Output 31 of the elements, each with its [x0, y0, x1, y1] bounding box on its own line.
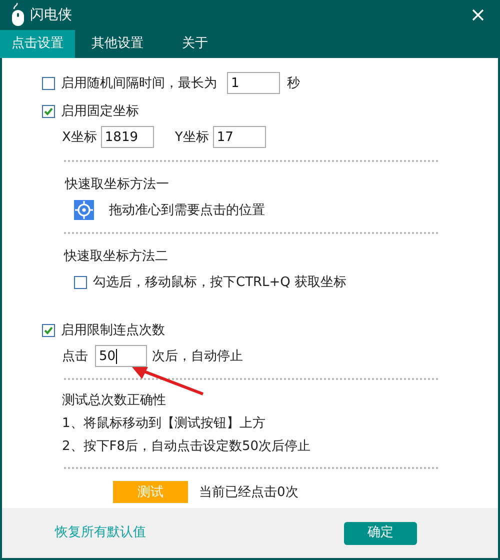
field-label: X坐标 — [62, 128, 97, 146]
checkbox[interactable] — [74, 276, 87, 288]
y-coordinate-field[interactable]: 17 — [212, 126, 266, 148]
section-title: 快速取坐标方法二 — [64, 248, 169, 265]
click-count-field[interactable]: 50 — [95, 345, 147, 367]
section-title: 快速取坐标方法一 — [65, 176, 170, 193]
instruction-text: 2、按下F8后，自动点击设定数50次后停止 — [62, 438, 312, 455]
tab[interactable]: 其他设置 — [75, 30, 160, 58]
crosshair-icon[interactable] — [74, 200, 94, 220]
mouse-icon — [11, 3, 25, 27]
checkbox[interactable] — [42, 104, 55, 118]
x-coordinate-field[interactable]: 1819 — [100, 126, 154, 148]
checkbox[interactable] — [42, 324, 55, 336]
ok-button[interactable]: 确定 — [344, 522, 417, 544]
option-label: 勾选后，移动鼠标，按下CTRL+Q 获取坐标 — [93, 274, 347, 290]
tab[interactable]: 关于 — [160, 30, 230, 58]
unit-label: 秒 — [287, 74, 300, 92]
field-label: 次后，自动停止 — [152, 348, 243, 364]
hint-text: 拖动准心到需要点击的位置 — [109, 202, 265, 218]
section-title: 测试总次数正确性 — [62, 392, 167, 409]
field-label: Y坐标 — [174, 128, 209, 146]
option-label: 启用固定坐标 — [61, 102, 139, 120]
close-icon[interactable] — [472, 9, 484, 21]
checkbox[interactable] — [42, 76, 55, 90]
field-label: 点击 — [62, 348, 88, 364]
option-label: 启用限制连点次数 — [61, 322, 165, 338]
instruction-text: 1、将鼠标移动到【测试按钮】上方 — [62, 415, 266, 432]
interval-field[interactable]: 1 — [227, 72, 280, 94]
window-title: 闪电侠 — [30, 6, 72, 24]
option-label: 启用随机间隔时间，最长为 — [61, 74, 217, 92]
status-text: 当前已经点击0次 — [199, 484, 298, 500]
